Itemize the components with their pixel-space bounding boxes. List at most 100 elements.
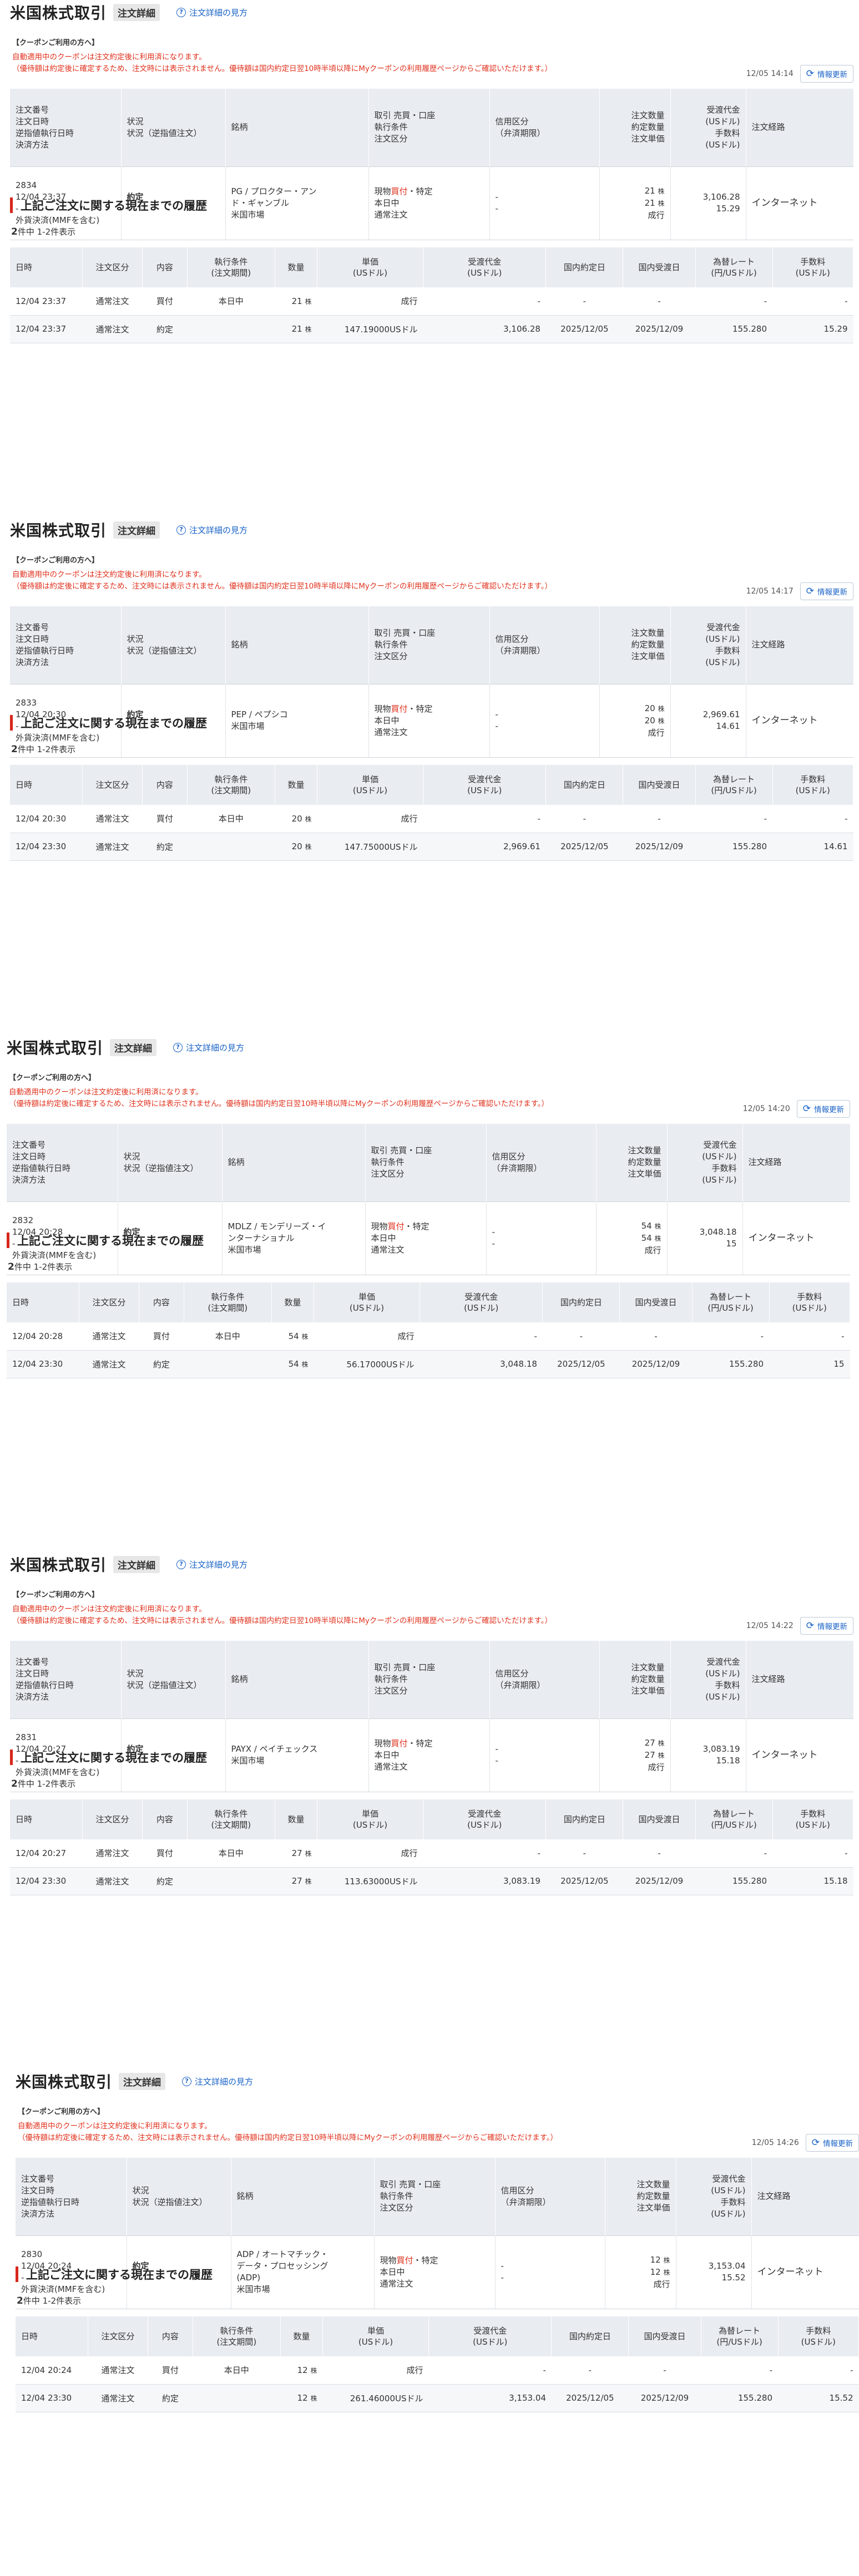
- margin-deadline: -: [492, 1239, 495, 1249]
- commission-fee: 15.18: [716, 1756, 740, 1766]
- history-section-title: 上記ご注文に関する現在までの履歴: [10, 712, 207, 734]
- cell-line: 日時: [16, 1814, 33, 1824]
- history-fee: -: [769, 1322, 850, 1351]
- history-header-cell: 受渡代金 (USドル): [428, 2316, 552, 2356]
- order-header-col5: 信用区分 （弁済期限）: [495, 2158, 605, 2235]
- share-unit: 株: [658, 704, 665, 713]
- history-amount: -: [423, 1839, 546, 1868]
- order-header-col6: 注文数量 約定数量 注文単価: [599, 606, 671, 684]
- history-header-cell: 手数料 (USドル): [769, 1282, 850, 1322]
- cell-line: 決済方法: [21, 2208, 55, 2219]
- history-header-cell: 国内受渡日: [619, 1282, 693, 1322]
- cell-line: (USドル): [473, 2337, 508, 2347]
- coupon-note: （優待額は約定後に確定するため、注文時には表示されません。優待額は国内約定日翌1…: [18, 2133, 558, 2142]
- refresh-button[interactable]: ⟳ 情報更新: [800, 65, 853, 83]
- cell-line: 日時: [12, 1297, 29, 1307]
- history-date: 12/04 20:24: [16, 2356, 88, 2385]
- stock-cell: PAYX / ペイチェックス 米国市場: [225, 1718, 369, 1792]
- order-header-col1: 注文番号 注文日時 逆指値執行日時 決済方法: [16, 2158, 127, 2235]
- history-quantity-value: 21: [291, 324, 302, 334]
- order-header-col1: 注文番号 注文日時 逆指値執行日時 決済方法: [10, 89, 122, 166]
- coupon-note: 自動適用中のクーポンは注文約定後に利用済になります。: [12, 1605, 206, 1614]
- history-title: 上記ご注文に関する現在までの履歴: [21, 717, 207, 730]
- order-detail-help-link[interactable]: ? 注文詳細の見方: [173, 1042, 244, 1053]
- update-timestamp: 12/05 14:20: [742, 1104, 790, 1113]
- order-type: 通常注文: [371, 1244, 405, 1255]
- cell-line: 為替レート: [713, 1809, 755, 1819]
- cell-line: 注文経路: [751, 640, 785, 650]
- cell-line: 注文区分: [380, 2203, 413, 2213]
- page-header: 米国株式取引 注文詳細? 注文詳細の見方: [10, 0, 247, 24]
- cell-line: 注文番号: [16, 622, 49, 632]
- coupon-notice-title: 【クーポンご利用の方へ】: [18, 2108, 105, 2116]
- filled-quantity: 21 株: [605, 197, 665, 210]
- cell-line: 注文番号: [21, 2173, 55, 2184]
- coupon-notice-title: 【クーポンご利用の方へ】: [12, 39, 99, 47]
- history-count: 2件中 1-2件表示: [11, 226, 75, 237]
- share-unit: 株: [658, 187, 665, 195]
- filled-quantity: 54 株: [602, 1233, 661, 1245]
- history-header-cell: 手数料 (USドル): [772, 1799, 853, 1839]
- history-condition: 本日中: [187, 805, 275, 833]
- margin-type: -: [495, 192, 498, 202]
- history-content: 約定: [148, 2384, 193, 2412]
- order-detail-help-link[interactable]: ? 注文詳細の見方: [176, 7, 247, 18]
- history-content: 買付: [142, 1839, 188, 1868]
- order-detail-help-link[interactable]: ? 注文詳細の見方: [176, 1559, 247, 1570]
- refresh-button[interactable]: ⟳ 情報更新: [800, 1617, 853, 1635]
- margin-type: -: [501, 2261, 504, 2271]
- history-condition: [193, 2384, 281, 2412]
- order-header-col3: 銘柄: [222, 1124, 366, 1201]
- cell-line: 米国市場: [228, 1244, 261, 1255]
- cell-line: 逆指値執行日時: [12, 1163, 71, 1173]
- cell-line: (USドル): [464, 1303, 499, 1313]
- order-detail-help-link[interactable]: ? 注文詳細の見方: [182, 2076, 253, 2087]
- cell-line: 内容: [153, 1297, 170, 1307]
- history-total-count: 2: [8, 1261, 14, 1272]
- history-header-cell: 数量: [275, 1799, 317, 1839]
- history-header-cell: 国内受渡日: [628, 2316, 701, 2356]
- section-accent-bar: [10, 1750, 13, 1765]
- cell-line: 為替レート: [710, 1292, 752, 1302]
- refresh-button[interactable]: ⟳ 情報更新: [805, 2134, 859, 2152]
- cell-line: 受渡代金: [706, 622, 740, 632]
- history-header: 日時 注文区分 内容 執行条件 (注文期間) 数量 単価 (USドル) 受渡代金 (USドル) 国内…: [7, 1282, 850, 1322]
- order-number: 2831: [16, 1732, 37, 1742]
- refresh-button[interactable]: ⟳ 情報更新: [800, 582, 853, 600]
- history-settle-date: -: [619, 1322, 693, 1351]
- trade-tax-account: ・特定: [413, 2255, 438, 2265]
- update-timestamp: 12/05 14:17: [746, 587, 794, 596]
- cell-line: 国内約定日: [563, 780, 605, 790]
- history-quantity-value: 27: [291, 1876, 302, 1886]
- cell-line: 手数料: [800, 1809, 826, 1819]
- cell-line: (USドル): [801, 2337, 836, 2347]
- history-order-type: 通常注文: [82, 1867, 143, 1895]
- question-icon: ?: [173, 1042, 183, 1052]
- cell-line: 内容: [156, 262, 173, 272]
- trade-account: 現物: [380, 2255, 397, 2265]
- share-unit: 株: [654, 1222, 661, 1230]
- cell-line: 信用区分: [495, 633, 529, 644]
- cell-line: 単価: [358, 1292, 376, 1302]
- update-row: 12/05 14:20 ⟳ 情報更新: [743, 1099, 850, 1118]
- cell-line: 注文番号: [16, 104, 49, 115]
- history-quantity: 27 株: [275, 1839, 317, 1868]
- cell-line: 注文日時: [16, 1668, 49, 1679]
- history-row: 12/04 23:30 通常注文 約定 54 株 56.17000USドル 3,048.1…: [7, 1350, 850, 1378]
- order-detail-help-link[interactable]: ? 注文詳細の見方: [176, 524, 247, 536]
- order-header-col2: 状況 状況（逆指値注文）: [121, 89, 226, 166]
- refresh-button[interactable]: ⟳ 情報更新: [796, 1100, 850, 1118]
- settlement-method: 外貨決済(MMFを含む): [21, 2284, 105, 2294]
- history-price: 成行: [314, 1322, 420, 1351]
- history-content: 買付: [142, 805, 188, 833]
- cell-line: 決済方法: [16, 657, 49, 667]
- history-header-cell: 日時: [10, 247, 83, 287]
- cell-line: 受渡代金: [468, 774, 502, 784]
- cell-line: 国内約定日: [563, 1814, 605, 1824]
- trade-tax-account: ・特定: [407, 1738, 433, 1748]
- coupon-note: 自動適用中のクーポンは注文約定後に利用済になります。: [9, 1088, 203, 1097]
- cell-line: 手数料: [715, 128, 740, 138]
- history-content: 約定: [142, 315, 188, 343]
- history-header-cell: 執行条件 (注文期間): [184, 1282, 272, 1322]
- history-table: 日時 注文区分 内容 執行条件 (注文期間) 数量 単価 (USドル) 受渡代金 (USドル) 国内…: [10, 247, 853, 343]
